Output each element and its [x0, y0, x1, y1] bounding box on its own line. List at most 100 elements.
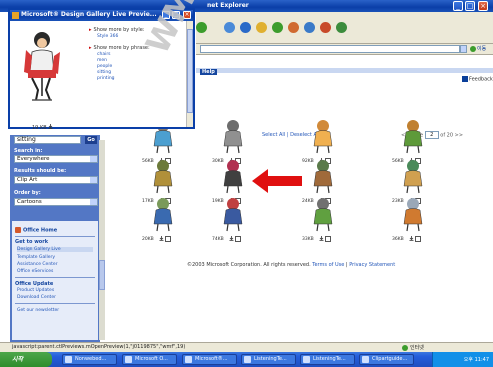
address-input[interactable]: [200, 45, 460, 53]
clipart-size: 20KB: [142, 237, 154, 242]
phrase-link-people[interactable]: people: [97, 64, 112, 69]
history-icon[interactable]: [272, 22, 283, 33]
download-icon[interactable]: [229, 236, 234, 241]
browser-title: net Explorer: [207, 2, 249, 9]
clipart-thumbnail[interactable]: [150, 196, 176, 232]
address-dropdown[interactable]: [460, 45, 467, 53]
terms-link[interactable]: Terms of Use: [312, 262, 344, 268]
clipart-tile[interactable]: 74KB: [212, 196, 254, 246]
window-icon: [125, 356, 132, 363]
download-icon[interactable]: [159, 236, 164, 241]
order-select[interactable]: Cartoons: [14, 198, 98, 206]
system-tray: 오후 11:47: [432, 352, 493, 367]
taskbar-item[interactable]: ListeningTe...: [300, 354, 355, 365]
sidebar-item-template-gallery[interactable]: Template Gallery: [17, 255, 55, 260]
taskbar-item[interactable]: Nonwebed...: [62, 354, 117, 365]
internet-zone-icon: [402, 344, 408, 351]
order-label: Order by:: [14, 190, 41, 196]
select-checkbox[interactable]: [235, 236, 241, 242]
close-button[interactable]: ×: [478, 1, 488, 11]
select-checkbox[interactable]: [325, 236, 331, 242]
refresh-icon[interactable]: [224, 22, 235, 33]
clipart-thumbnail[interactable]: [400, 158, 426, 194]
sidebar-item-download-center[interactable]: Download Center: [17, 295, 56, 300]
download-icon[interactable]: [409, 236, 414, 241]
status-zone: 인터넷: [402, 344, 424, 351]
taskbar-item-label: Nonwebed...: [75, 356, 107, 362]
popup-scrollbar[interactable]: [186, 21, 193, 127]
sidebar-item-design-gallery[interactable]: Design Gallery Live: [17, 247, 93, 252]
sidebar-item-product-updates[interactable]: Product Updates: [17, 288, 54, 293]
taskbar-item[interactable]: Microsoft O...: [122, 354, 177, 365]
scrollbar-thumb[interactable]: [99, 260, 105, 290]
forward-icon[interactable]: [196, 22, 207, 33]
pager-next[interactable]: >>: [455, 133, 463, 139]
sidebar-item-office-eservices[interactable]: Office eServices: [17, 269, 53, 274]
start-button[interactable]: 시작: [0, 352, 52, 367]
go-button[interactable]: 이동: [470, 45, 486, 52]
popup-title: Microsoft® Design Gallery Live Previe...: [21, 11, 157, 18]
search-input[interactable]: sitting: [14, 136, 81, 144]
sidebar-item-assistance-center[interactable]: Assistance Center: [17, 262, 58, 267]
mail-icon[interactable]: [288, 22, 299, 33]
clipart-tile[interactable]: 20KB: [142, 196, 184, 246]
taskbar-item[interactable]: Microsoft®...: [182, 354, 237, 365]
clipart-tile[interactable]: 36KB: [392, 196, 434, 246]
address-bar: 이동: [196, 44, 493, 55]
clipart-thumbnail[interactable]: [150, 158, 176, 194]
clipart-thumbnail[interactable]: [310, 118, 336, 154]
feedback-link[interactable]: Feedback: [462, 76, 493, 83]
go-label: 이동: [477, 46, 487, 52]
maximize-button[interactable]: □: [465, 1, 475, 11]
results-select[interactable]: Clip Art: [14, 176, 98, 184]
style-link[interactable]: Style 366: [97, 34, 118, 39]
print-icon[interactable]: [304, 22, 315, 33]
select-all-link[interactable]: Select All: [262, 132, 285, 138]
taskbar-item-label: ListeningTe...: [313, 356, 346, 362]
clipart-thumbnail[interactable]: [310, 196, 336, 232]
phrase-link-chairs[interactable]: chairs: [97, 52, 111, 57]
window-icon: [362, 356, 369, 363]
chevron-down-icon: [90, 177, 97, 183]
favorites-icon[interactable]: [256, 22, 267, 33]
results-value: Clip Art: [17, 177, 38, 183]
scrollbar-thumb[interactable]: [187, 29, 193, 113]
search-icon[interactable]: [240, 22, 251, 33]
chevron-down-icon: [90, 199, 97, 205]
office-home-link[interactable]: Office Home: [15, 227, 57, 234]
taskbar-item[interactable]: Clipartguide...: [359, 354, 414, 365]
bullet-icon: ▸: [89, 45, 92, 51]
clipart-thumbnail[interactable]: [400, 118, 426, 154]
phrase-link-printing[interactable]: printing: [97, 76, 115, 81]
help-tab[interactable]: Help: [200, 69, 217, 75]
phrase-link-sitting[interactable]: sitting: [97, 70, 111, 75]
search-go-button[interactable]: Go: [85, 136, 97, 144]
phrase-link-men[interactable]: men: [97, 58, 107, 63]
edit-icon[interactable]: [320, 22, 331, 33]
divider: [15, 303, 95, 304]
download-icon[interactable]: [48, 124, 53, 129]
search-in-select[interactable]: Everywhere: [14, 155, 98, 163]
clipart-size: 36KB: [392, 237, 404, 242]
clipart-thumbnail[interactable]: [220, 158, 246, 194]
pager-total: of 20: [440, 132, 454, 139]
sidebar-scrollbar[interactable]: [99, 140, 105, 340]
clipart-tile[interactable]: 33KB: [302, 196, 344, 246]
more-by-style-text: Show more by style:: [93, 27, 145, 33]
header-bar: Help: [196, 68, 493, 75]
clipart-thumbnail[interactable]: [220, 196, 246, 232]
clipart-thumbnail[interactable]: [400, 196, 426, 232]
more-by-phrase-text: Show more by phrase:: [93, 45, 150, 51]
minimize-button[interactable]: _: [453, 1, 463, 11]
privacy-link[interactable]: Privacy Statement: [349, 262, 395, 268]
select-checkbox[interactable]: [415, 236, 421, 242]
clipart-thumbnail[interactable]: [310, 158, 336, 194]
messenger-icon[interactable]: [336, 22, 347, 33]
popup-size-label: 19 KB: [32, 125, 47, 131]
newsletter-link[interactable]: Get our newsletter: [17, 308, 59, 313]
clipart-thumbnail[interactable]: [220, 118, 246, 154]
download-icon[interactable]: [319, 236, 324, 241]
taskbar-item[interactable]: ListeningTe...: [241, 354, 296, 365]
app-icon: [12, 12, 19, 19]
select-checkbox[interactable]: [165, 236, 171, 242]
